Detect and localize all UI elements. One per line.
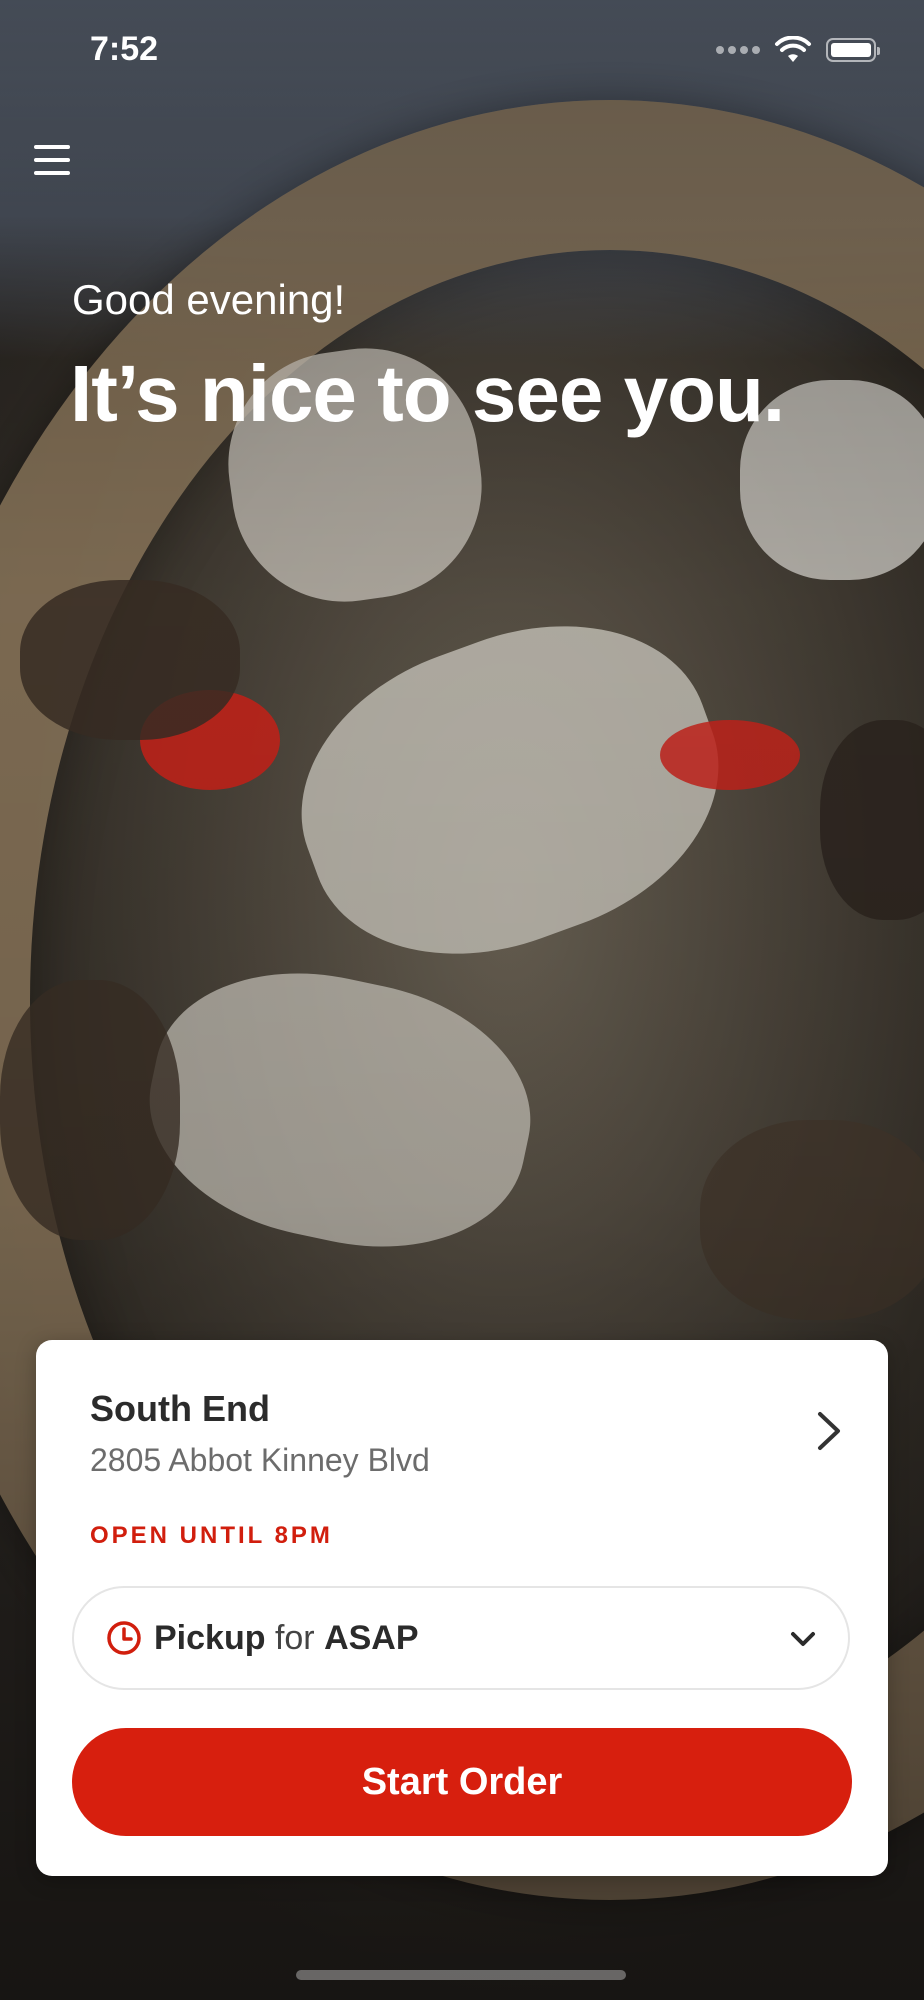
home-indicator[interactable] bbox=[296, 1970, 626, 1980]
order-mode-selector[interactable]: Pickup for ASAP bbox=[72, 1586, 850, 1690]
status-icons bbox=[716, 34, 880, 66]
order-time-value: ASAP bbox=[324, 1618, 419, 1657]
status-time: 7:52 bbox=[90, 30, 159, 68]
battery-icon bbox=[826, 38, 880, 62]
cellular-signal-icon bbox=[716, 46, 760, 54]
location-selector[interactable]: South End 2805 Abbot Kinney Blvd bbox=[90, 1388, 848, 1498]
open-status-label: OPEN UNTIL 8PM bbox=[90, 1522, 333, 1549]
order-mode-text: Pickup for ASAP bbox=[154, 1619, 419, 1658]
location-card: South End 2805 Abbot Kinney Blvd OPEN UN… bbox=[36, 1340, 888, 1876]
start-order-button[interactable]: Start Order bbox=[72, 1728, 852, 1836]
location-name: South End bbox=[90, 1388, 270, 1429]
greeting-text: Good evening! bbox=[72, 276, 346, 323]
status-bar: 7:52 bbox=[0, 0, 924, 100]
clock-icon bbox=[107, 1621, 141, 1655]
order-mode-value: Pickup bbox=[154, 1618, 266, 1657]
headline-text: It’s nice to see you. bbox=[70, 349, 785, 438]
chevron-right-icon bbox=[818, 1412, 840, 1450]
hamburger-menu-icon[interactable] bbox=[34, 140, 74, 180]
order-mode-connector: for bbox=[274, 1618, 315, 1657]
location-address: 2805 Abbot Kinney Blvd bbox=[90, 1442, 430, 1478]
chevron-down-icon bbox=[791, 1632, 815, 1646]
wifi-icon bbox=[775, 36, 811, 62]
